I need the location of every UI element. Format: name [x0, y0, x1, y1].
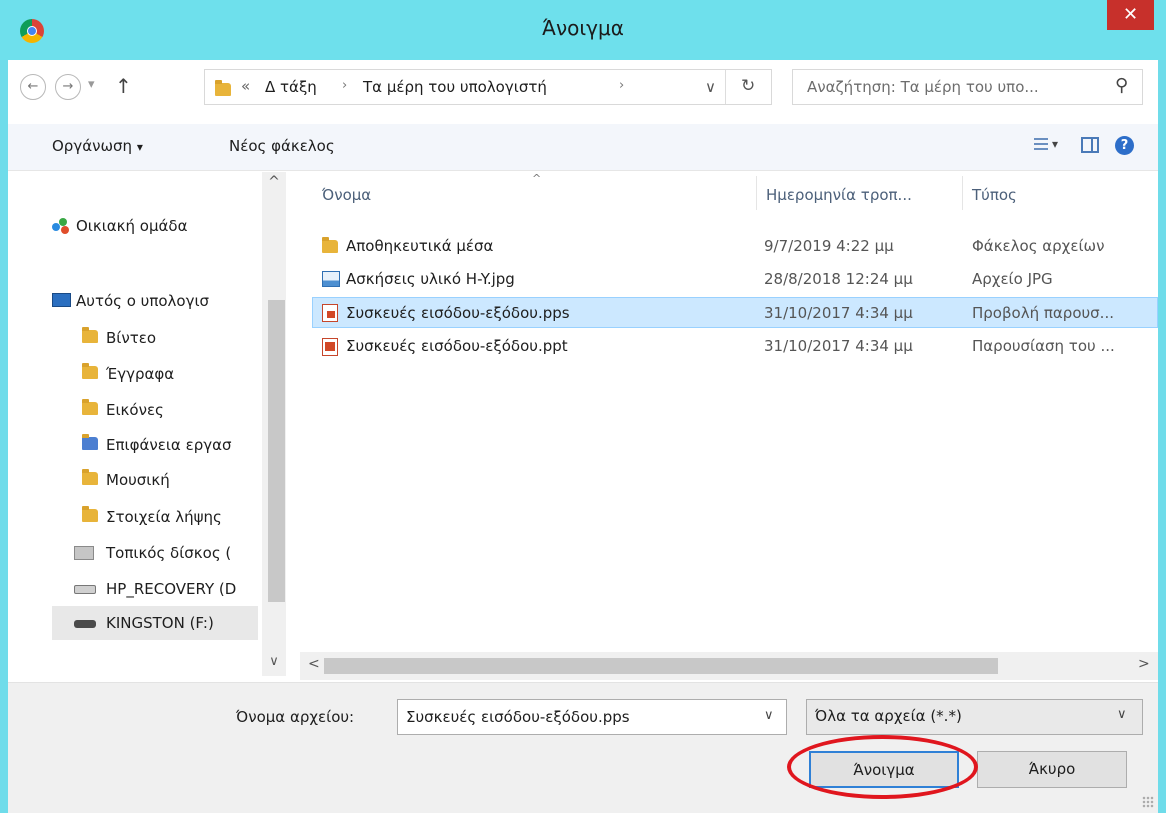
computer-icon [52, 293, 71, 307]
sidebar-item-label: Στοιχεία λήψης [106, 508, 222, 526]
videos-folder-icon [82, 327, 98, 343]
scroll-right-arrow[interactable]: > [1138, 656, 1150, 672]
view-options-icon[interactable] [1034, 137, 1048, 151]
address-bar[interactable]: « Δ τάξη › Τα μέρη του υπολογιστή › ∨ ↻ [204, 69, 772, 105]
file-type-filter[interactable]: Όλα τα αρχεία (*.*) ∨ [806, 699, 1143, 735]
file-type: Προβολή παρουσ... [972, 304, 1114, 322]
breadcrumb-item-class[interactable]: Δ τάξη [265, 78, 317, 96]
ppt-file-icon [322, 338, 338, 356]
file-date: 28/8/2018 12:24 μμ [764, 270, 913, 288]
file-name: Αποθηκευτικά μέσα [346, 237, 494, 255]
horizontal-scrollbar[interactable]: < > [300, 652, 1158, 680]
up-button[interactable]: ↑ [115, 74, 132, 98]
sidebar-item-label: Αυτός ο υπολογισ [76, 292, 210, 310]
scroll-down-arrow[interactable]: ∨ [262, 654, 286, 669]
sidebar-item-label: Βίντεο [106, 329, 157, 347]
sidebar-item-label: Εικόνες [106, 401, 164, 419]
column-divider[interactable] [962, 176, 963, 210]
file-type: Παρουσίαση του ... [972, 337, 1115, 355]
image-file-icon [322, 271, 340, 287]
pps-file-icon [322, 304, 338, 322]
homegroup-icon [52, 218, 70, 234]
column-header-name[interactable]: Όνομα [322, 186, 371, 204]
file-name: Συσκευές εισόδου-εξόδου.pps [346, 304, 570, 322]
file-type: Αρχείο JPG [972, 270, 1053, 288]
file-name: Συσκευές εισόδου-εξόδου.ppt [346, 337, 568, 355]
column-divider[interactable] [756, 176, 757, 210]
chevron-down-icon: ▾ [136, 140, 143, 154]
file-row[interactable]: Αποθηκευτικά μέσα 9/7/2019 4:22 μμ Φάκελ… [312, 231, 1158, 262]
file-row-selected[interactable]: Συσκευές εισόδου-εξόδου.pps 31/10/2017 4… [312, 297, 1158, 328]
file-row[interactable]: Ασκήσεις υλικό H-Y.jpg 28/8/2018 12:24 μ… [312, 264, 1158, 295]
scrollbar-thumb[interactable] [324, 658, 998, 674]
divider [725, 70, 726, 104]
new-folder-button[interactable]: Νέος φάκελος [229, 137, 335, 155]
sidebar-item-label: Έγγραφα [106, 365, 175, 383]
sidebar-item-label: Τοπικός δίσκος ( [106, 544, 232, 562]
file-date: 9/7/2019 4:22 μμ [764, 237, 894, 255]
file-date: 31/10/2017 4:34 μμ [764, 337, 913, 355]
file-type: Φάκελος αρχείων [972, 237, 1105, 255]
sidebar-item-label: Μουσική [106, 471, 170, 489]
address-history-dropdown[interactable]: ∨ [705, 78, 716, 96]
sidebar-scrollbar[interactable]: ^ ∨ [262, 172, 286, 676]
pictures-folder-icon [82, 399, 98, 415]
view-dropdown-arrow[interactable]: ▾ [1052, 137, 1058, 151]
preview-pane-icon[interactable] [1081, 137, 1099, 153]
breadcrumb-overflow[interactable]: « [241, 77, 250, 95]
recent-locations-dropdown[interactable]: ▾ [88, 77, 95, 92]
column-header-type[interactable]: Τύπος [972, 186, 1017, 204]
folder-icon [322, 237, 338, 253]
breadcrumb-separator[interactable]: › [342, 78, 347, 93]
music-folder-icon [82, 469, 98, 485]
usb-drive-icon [74, 620, 96, 628]
local-disk-icon [74, 546, 94, 560]
filename-combobox[interactable]: Συσκευές εισόδου-εξόδου.pps ∨ [397, 699, 787, 735]
sidebar-item-label: HP_RECOVERY (D [106, 580, 237, 598]
search-icon[interactable]: ⚲ [1115, 75, 1128, 96]
chevron-down-icon[interactable]: ∨ [1117, 707, 1127, 722]
desktop-folder-icon [82, 434, 98, 450]
filename-label: Όνομα αρχείου: [236, 708, 355, 726]
resize-grip[interactable] [1142, 796, 1154, 808]
scroll-left-arrow[interactable]: < [308, 656, 320, 672]
close-button[interactable]: ✕ [1107, 0, 1154, 30]
column-header-date[interactable]: Ημερομηνία τροπ... [766, 186, 912, 204]
back-button[interactable]: ← [20, 74, 46, 100]
sort-ascending-icon: ^ [532, 172, 542, 185]
downloads-folder-icon [82, 506, 98, 522]
filename-input[interactable]: Συσκευές εισόδου-εξόδου.pps [406, 708, 630, 726]
sidebar-item-label: Επιφάνεια εργασ [106, 436, 232, 454]
organize-button[interactable]: Οργάνωση ▾ [52, 137, 143, 155]
chevron-down-icon[interactable]: ∨ [764, 708, 774, 723]
cancel-button[interactable]: Άκυρο [977, 751, 1127, 788]
file-row[interactable]: Συσκευές εισόδου-εξόδου.ppt 31/10/2017 4… [312, 331, 1158, 362]
filter-value: Όλα τα αρχεία (*.*) [815, 707, 962, 725]
window-title: Άνοιγμα [542, 16, 624, 40]
breadcrumb-separator[interactable]: › [619, 78, 624, 93]
scrollbar-thumb[interactable] [268, 300, 285, 602]
search-box[interactable]: Αναζήτηση: Τα μέρη του υπο... ⚲ [792, 69, 1143, 105]
sidebar-item-label: KINGSTON (F:) [106, 614, 214, 632]
drive-icon [74, 585, 96, 594]
file-name: Ασκήσεις υλικό H-Y.jpg [346, 270, 515, 288]
folder-icon [215, 80, 231, 96]
file-date: 31/10/2017 4:34 μμ [764, 304, 913, 322]
command-bar [8, 124, 1158, 171]
breadcrumb-item-computer-parts[interactable]: Τα μέρη του υπολογιστή [363, 78, 547, 96]
forward-button[interactable]: → [55, 74, 81, 100]
help-icon[interactable]: ? [1115, 136, 1134, 155]
open-button[interactable]: Άνοιγμα [809, 751, 959, 788]
refresh-icon[interactable]: ↻ [741, 76, 755, 96]
documents-folder-icon [82, 363, 98, 379]
organize-label: Οργάνωση [52, 137, 133, 155]
scroll-up-arrow[interactable]: ^ [262, 174, 286, 190]
sidebar-item-label: Οικιακή ομάδα [76, 217, 188, 235]
search-input[interactable]: Αναζήτηση: Τα μέρη του υπο... [807, 78, 1039, 96]
